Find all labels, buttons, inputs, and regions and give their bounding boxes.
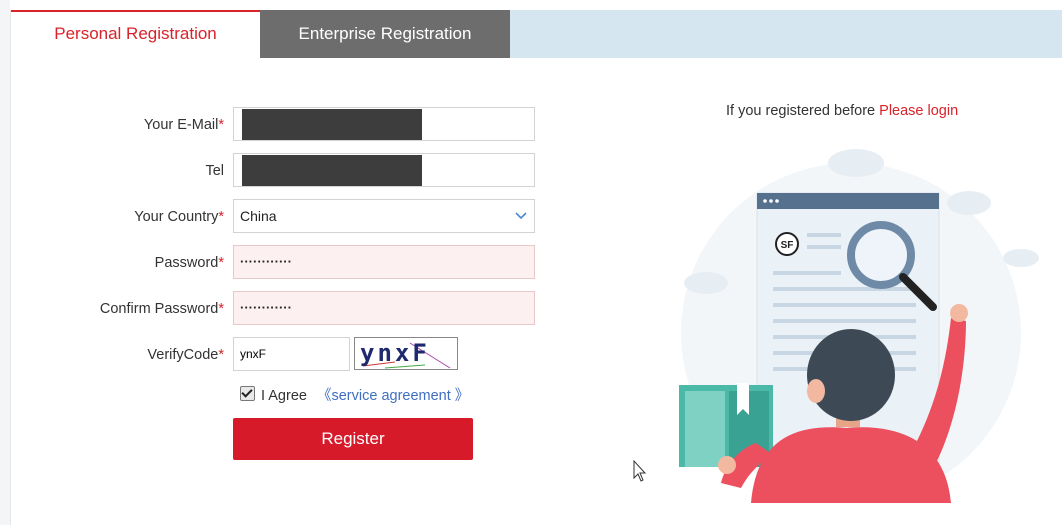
verify-code-value: ynxF bbox=[240, 347, 267, 361]
password-label: Password* bbox=[154, 255, 224, 271]
registration-illustration: SF bbox=[679, 149, 1039, 503]
registration-content: Your E-Mail* Tel Your Country* China Pas… bbox=[11, 58, 1062, 525]
page-left-border bbox=[0, 0, 11, 525]
tel-label: Tel bbox=[205, 163, 224, 179]
confirm-password-field[interactable]: ············ bbox=[233, 291, 535, 325]
country-select[interactable]: China bbox=[233, 199, 535, 233]
confirm-password-label: Confirm Password* bbox=[99, 301, 224, 317]
chevron-down-icon bbox=[515, 212, 527, 220]
email-row: Your E-Mail* bbox=[11, 107, 224, 143]
password-field[interactable]: ············ bbox=[233, 245, 535, 279]
tab-enterprise-registration[interactable]: Enterprise Registration bbox=[260, 10, 510, 58]
tel-redaction bbox=[242, 155, 422, 186]
registration-tabbar: Personal Registration Enterprise Registr… bbox=[11, 10, 1062, 58]
tel-row: Tel bbox=[11, 153, 224, 189]
password-row: Password* bbox=[11, 245, 224, 281]
confirm-password-value: ············ bbox=[240, 300, 292, 315]
verify-row: VerifyCode* bbox=[11, 337, 224, 373]
captcha-text: ynxF bbox=[360, 339, 430, 367]
login-prompt: If you registered before Please login bbox=[726, 103, 958, 119]
agreement-row: I Agree 《service agreement 》 bbox=[240, 384, 469, 405]
confirm-password-row: Confirm Password* bbox=[11, 291, 224, 327]
email-field[interactable] bbox=[233, 107, 535, 141]
captcha-image[interactable]: ynxF bbox=[354, 337, 458, 370]
sf-logo-text: SF bbox=[781, 240, 794, 251]
agree-checkbox[interactable] bbox=[240, 386, 255, 401]
country-label: Your Country* bbox=[134, 209, 224, 225]
tab-personal-registration[interactable]: Personal Registration bbox=[11, 10, 260, 58]
country-row: Your Country* bbox=[11, 199, 224, 235]
login-link[interactable]: Please login bbox=[879, 103, 958, 119]
verify-code-input[interactable]: ynxF bbox=[233, 337, 350, 371]
email-redaction bbox=[242, 109, 422, 140]
email-label: Your E-Mail* bbox=[143, 117, 224, 133]
tel-field[interactable] bbox=[233, 153, 535, 187]
service-agreement-link[interactable]: 《service agreement 》 bbox=[317, 388, 469, 404]
verify-label: VerifyCode* bbox=[147, 347, 224, 363]
login-prompt-text: If you registered before bbox=[726, 103, 876, 119]
register-button[interactable]: Register bbox=[233, 418, 473, 460]
page-top-strip bbox=[10, 0, 1062, 10]
password-value: ············ bbox=[240, 254, 292, 269]
mouse-cursor-icon bbox=[633, 460, 647, 482]
agree-label: I Agree bbox=[261, 388, 307, 404]
country-value: China bbox=[240, 208, 277, 224]
